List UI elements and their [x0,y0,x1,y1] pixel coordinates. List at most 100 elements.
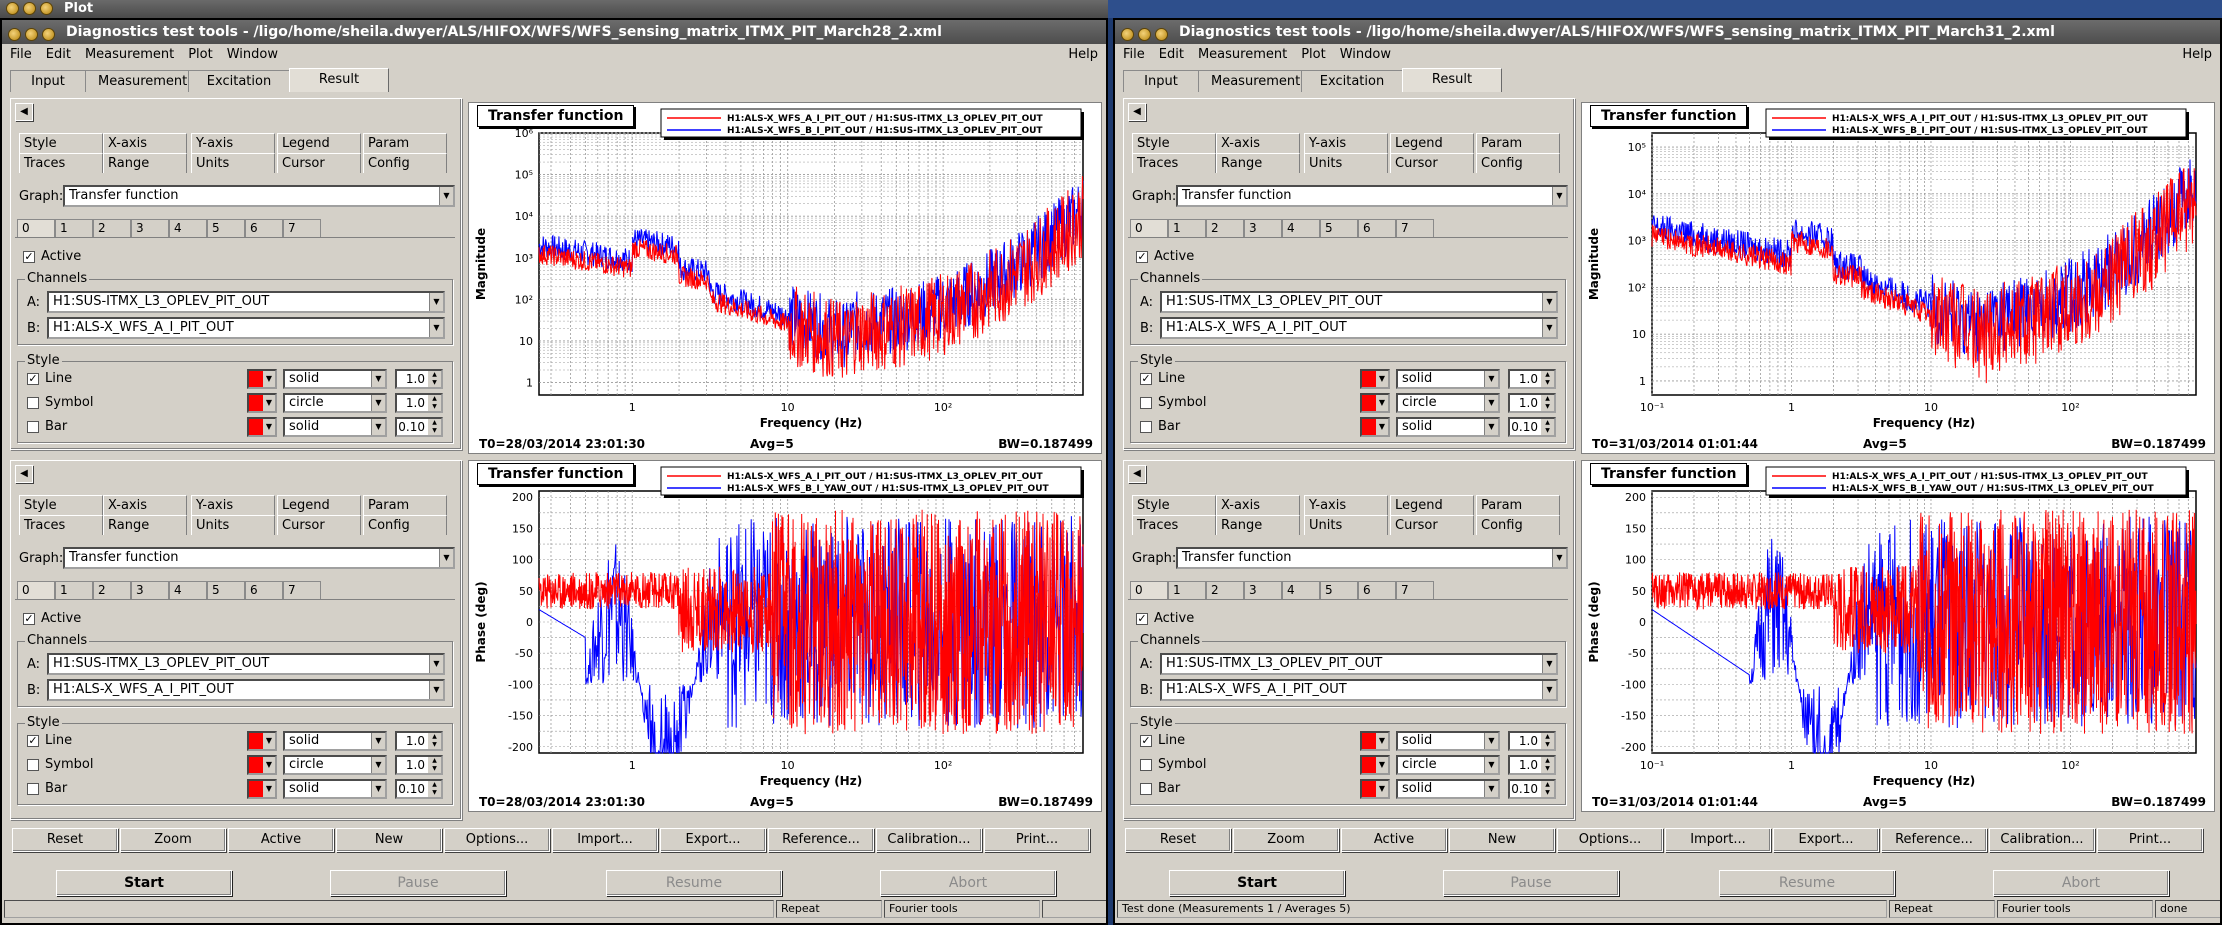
subtab-units[interactable]: Units [191,515,275,535]
trace-tab-0[interactable]: 0 [17,219,55,237]
start-button[interactable]: Start [56,870,232,896]
color-swatch[interactable]: ▼ [247,393,277,413]
zoom-button[interactable]: Zoom [120,828,226,852]
active-checkbox-row[interactable]: ✓ Active [1136,611,1194,626]
graph-select[interactable]: Transfer function ▼ [63,185,455,207]
menu-edit[interactable]: Edit [1159,47,1184,62]
style-symbol-checkbox[interactable] [27,396,39,409]
tab-result[interactable]: Result [1402,68,1502,92]
subtab-x-axis[interactable]: X-axis [1216,133,1300,153]
trace-tab-4[interactable]: 4 [169,581,207,599]
style-bar-checkbox[interactable] [27,782,39,795]
color-swatch[interactable]: ▼ [247,779,277,799]
subtab-cursor[interactable]: Cursor [1390,515,1474,535]
subtab-style[interactable]: Style [1132,133,1216,153]
trace-tab-2[interactable]: 2 [1206,581,1244,599]
subtab-range[interactable]: Range [103,515,187,535]
spinner-arrows-icon[interactable]: ▲ ▼ [1541,781,1554,797]
export-button[interactable]: Export... [1773,828,1879,852]
reference-button[interactable]: Reference... [768,828,874,852]
channel-a-select[interactable]: H1:SUS-ITMX_L3_OPLEV_PIT_OUT ▼ [47,291,445,313]
options-button[interactable]: Options... [444,828,550,852]
chevron-down-icon[interactable]: ▼ [371,781,385,797]
new-button[interactable]: New [1449,828,1555,852]
trace-tab-6[interactable]: 6 [1358,219,1396,237]
channel-a-select[interactable]: H1:SUS-ITMX_L3_OPLEV_PIT_OUT ▼ [47,653,445,675]
active-checkbox[interactable]: ✓ [1136,612,1148,625]
style-line-row[interactable]: ✓ Line [27,733,72,748]
subtab-cursor[interactable]: Cursor [1390,153,1474,173]
channel-a-select[interactable]: H1:SUS-ITMX_L3_OPLEV_PIT_OUT ▼ [1160,653,1558,675]
trace-tab-0[interactable]: 0 [1130,581,1168,599]
window-title-bar[interactable]: Diagnostics test tools - /ligo/home/shei… [2,20,1106,44]
trace-tab-5[interactable]: 5 [1320,219,1358,237]
chevron-down-icon[interactable]: ▼ [1484,733,1498,749]
trace-tab-7[interactable]: 7 [283,219,321,237]
window-button-icon[interactable] [42,28,55,41]
subtab-y-axis[interactable]: Y-axis [191,133,275,153]
trace-tab-7[interactable]: 7 [283,581,321,599]
chevron-down-icon[interactable]: ▼ [263,419,275,435]
chevron-down-icon[interactable]: ▼ [429,655,443,673]
style-bar-checkbox[interactable] [1140,782,1152,795]
trace-tab-4[interactable]: 4 [169,219,207,237]
style-symbol-checkbox[interactable] [1140,396,1152,409]
chevron-down-icon[interactable]: ▼ [263,733,275,749]
line-style-select[interactable]: circle ▼ [1396,393,1500,413]
size-spinner[interactable]: 0.10 ▲ ▼ [1508,779,1556,799]
plot-canvas[interactable]: H1:ALS-X_WFS_A_I_PIT_OUT / H1:SUS-ITMX_L… [1582,461,2215,812]
chevron-down-icon[interactable]: ▼ [1376,371,1388,387]
collapse-arrow-icon[interactable]: ◀ [15,465,33,483]
spinner-arrows-icon[interactable]: ▲ ▼ [428,733,441,749]
collapse-arrow-icon[interactable]: ◀ [1128,465,1146,483]
menu-file[interactable]: File [10,47,32,62]
trace-tab-2[interactable]: 2 [93,581,131,599]
style-bar-row[interactable]: Bar [27,781,67,796]
tab-excitation[interactable]: Excitation [1301,70,1403,92]
trace-tab-3[interactable]: 3 [1244,219,1282,237]
style-symbol-row[interactable]: Symbol [27,395,93,410]
chevron-down-icon[interactable]: ▼ [371,419,385,435]
menu-measurement[interactable]: Measurement [1198,47,1287,62]
subtab-config[interactable]: Config [1476,515,1560,535]
spinner-arrows-icon[interactable]: ▲ ▼ [428,395,441,411]
subtab-style[interactable]: Style [19,133,103,153]
subtab-legend[interactable]: Legend [1390,495,1474,515]
size-spinner[interactable]: 0.10 ▲ ▼ [395,779,443,799]
trace-tab-7[interactable]: 7 [1396,219,1434,237]
subtab-param[interactable]: Param [1476,133,1560,153]
collapse-arrow-icon[interactable]: ◀ [15,103,33,121]
calibration-button[interactable]: Calibration... [876,828,982,852]
trace-tab-1[interactable]: 1 [1168,219,1206,237]
subtab-range[interactable]: Range [103,153,187,173]
menu-plot[interactable]: Plot [188,47,213,62]
style-bar-row[interactable]: Bar [1140,781,1180,796]
spinner-arrows-icon[interactable]: ▲ ▼ [1541,371,1554,387]
menu-plot[interactable]: Plot [1301,47,1326,62]
size-spinner[interactable]: 1.0 ▲ ▼ [1508,369,1556,389]
options-button[interactable]: Options... [1557,828,1663,852]
line-style-select[interactable]: circle ▼ [283,755,387,775]
abort-button[interactable]: Abort [1993,870,2169,896]
style-symbol-row[interactable]: Symbol [1140,395,1206,410]
chevron-down-icon[interactable]: ▼ [1484,371,1498,387]
trace-tab-6[interactable]: 6 [1358,581,1396,599]
graph-select[interactable]: Transfer function ▼ [63,547,455,569]
active-checkbox[interactable]: ✓ [1136,250,1148,263]
menu-window[interactable]: Window [227,47,278,62]
trace-tab-5[interactable]: 5 [207,219,245,237]
trace-tab-3[interactable]: 3 [131,581,169,599]
chevron-down-icon[interactable]: ▼ [1376,419,1388,435]
print-button[interactable]: Print... [2097,828,2203,852]
graph-select[interactable]: Transfer function ▼ [1176,547,1568,569]
subtab-config[interactable]: Config [363,153,447,173]
window-button-icon[interactable] [25,28,38,41]
size-spinner[interactable]: 1.0 ▲ ▼ [395,755,443,775]
active-button[interactable]: Active [1341,828,1447,852]
spinner-arrows-icon[interactable]: ▲ ▼ [428,419,441,435]
style-line-row[interactable]: ✓ Line [1140,733,1185,748]
active-checkbox[interactable]: ✓ [23,250,35,263]
plot-pad-magnitude[interactable]: H1:ALS-X_WFS_A_I_PIT_OUT / H1:SUS-ITMX_L… [468,102,1102,454]
tab-excitation[interactable]: Excitation [188,70,290,92]
subtab-config[interactable]: Config [1476,153,1560,173]
